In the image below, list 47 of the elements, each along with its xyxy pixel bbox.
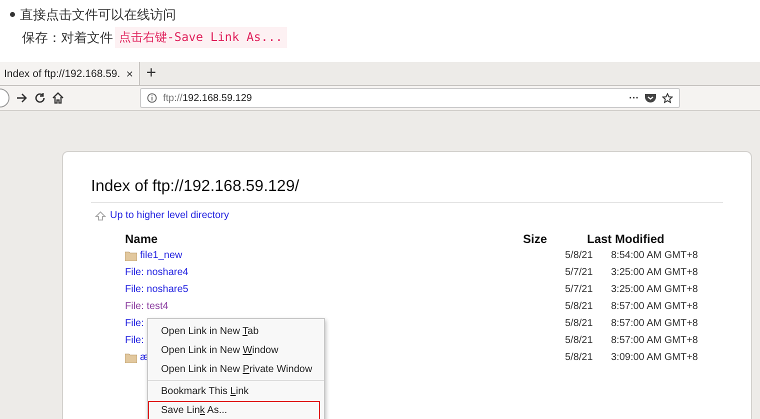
inline-code: 点击右键-Save Link As... <box>115 27 287 48</box>
page-actions-button[interactable]: ··· <box>629 92 639 104</box>
parent-directory-link[interactable]: Up to higher level directory <box>110 210 229 221</box>
star-icon[interactable] <box>662 92 673 104</box>
date-cell-text: 5/8/21 <box>565 318 594 329</box>
date-cell-text: 5/7/21 <box>565 284 594 295</box>
new-tab-button[interactable]: + <box>140 62 162 85</box>
file-link[interactable]: File: noshare4 <box>125 267 188 278</box>
folder-icon <box>125 352 137 362</box>
menu-item[interactable]: Bookmark This Link <box>148 382 320 401</box>
time-cell-text: 8:57:00 AM GMT+8 <box>611 335 699 346</box>
time-cell-text: 3:09:00 AM GMT+8 <box>611 352 699 363</box>
time-cell-text: 3:25:00 AM GMT+8 <box>611 284 699 295</box>
home-icon[interactable] <box>52 92 64 104</box>
date-cell-text: 5/8/21 <box>565 335 594 346</box>
pocket-icon[interactable] <box>645 93 656 103</box>
reload-icon[interactable] <box>34 92 46 104</box>
url-text: ftp://192.168.59.129 <box>163 92 252 104</box>
date-cell-text: 5/8/21 <box>565 250 594 261</box>
column-header: Last Modified <box>587 232 666 246</box>
date-cell-text: 5/7/21 <box>565 267 594 278</box>
file-link[interactable]: File: test4 <box>125 301 168 312</box>
address-bar[interactable]: ftp://192.168.59.129 ··· <box>140 88 680 108</box>
up-arrow-icon <box>95 210 106 220</box>
column-header: Size <box>523 232 548 246</box>
browser-tab[interactable]: Index of ftp://192.168.59. × <box>0 62 140 85</box>
info-icon[interactable] <box>147 93 157 103</box>
date-cell-text: 5/8/21 <box>565 301 594 312</box>
menu-item[interactable]: Open Link in New Private Window <box>148 360 320 379</box>
menu-item[interactable]: Save Link As... <box>148 401 320 419</box>
folder-icon <box>125 250 137 260</box>
file-link[interactable]: File: <box>125 335 144 346</box>
bullet-text: 直接点击文件可以在线访问 <box>20 6 176 24</box>
folder-link[interactable]: file1_new <box>140 250 182 261</box>
menu-item[interactable]: Open Link in New Window <box>148 341 320 360</box>
time-cell-text: 3:25:00 AM GMT+8 <box>611 267 699 278</box>
page-title: Index of ftp://192.168.59.129/ <box>91 178 723 203</box>
file-link[interactable]: File: noshare5 <box>125 284 188 295</box>
forward-icon[interactable] <box>16 92 28 104</box>
time-cell-text: 8:57:00 AM GMT+8 <box>611 318 699 329</box>
column-header: Name <box>125 232 159 246</box>
time-cell-text: 8:57:00 AM GMT+8 <box>611 301 699 312</box>
date-cell-text: 5/8/21 <box>565 352 594 363</box>
file-link[interactable]: File: <box>125 318 144 329</box>
time-cell-text: 8:54:00 AM GMT+8 <box>611 250 699 261</box>
instruction-text: 保存：对着文件 <box>22 30 113 46</box>
menu-item[interactable]: Open Link in New Tab <box>148 322 320 341</box>
